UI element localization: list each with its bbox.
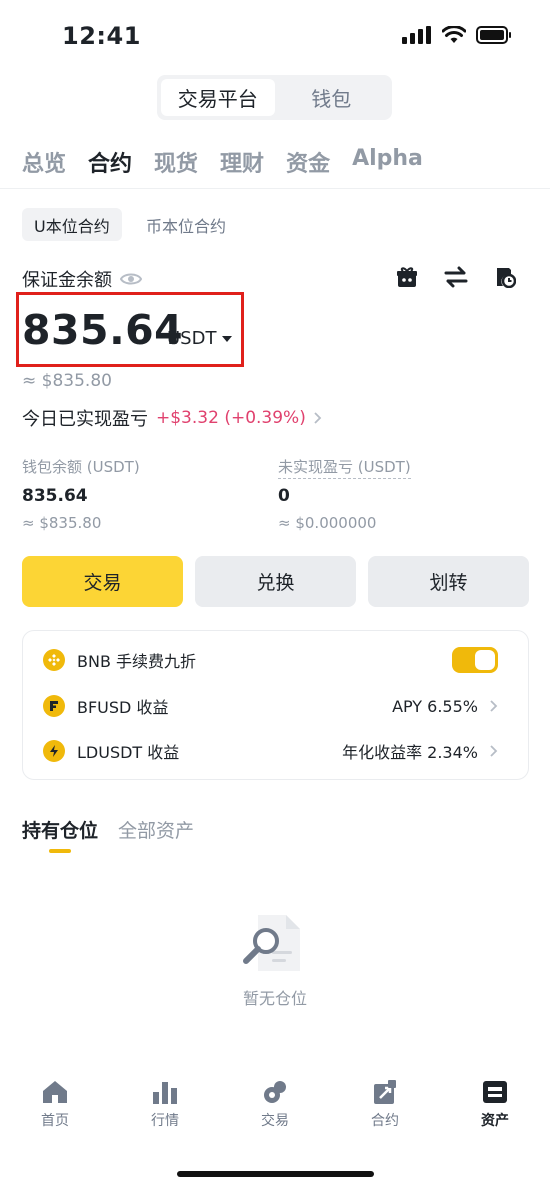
ldusdt-label: LDUSDT 收益 — [77, 743, 180, 762]
empty-search-icon — [243, 915, 300, 971]
convert-button[interactable]: 兑换 — [195, 556, 356, 607]
tab-overview[interactable]: 总览 — [22, 146, 66, 178]
transfer-arrows-icon[interactable] — [444, 266, 468, 288]
ldusdt-apr: 年化收益率 2.34% — [342, 743, 478, 762]
top-tabs: 总览 合约 现货 理财 资金 Alpha — [22, 146, 423, 178]
bar-chart-icon — [153, 1082, 177, 1104]
wifi-icon — [442, 26, 466, 43]
bottom-nav: 首页 行情 交易 合约 资产 — [0, 1080, 550, 1140]
tab-earn[interactable]: 理财 — [220, 146, 264, 178]
bnb-discount-toggle[interactable] — [452, 647, 498, 673]
tab-spot[interactable]: 现货 — [154, 146, 198, 178]
nav-markets-label: 行情 — [151, 1113, 179, 1129]
signal-icon — [402, 26, 431, 44]
nav-assets-label: 资产 — [481, 1113, 509, 1129]
empty-state-text: 暂无仓位 — [242, 989, 307, 1008]
status-time: 12:41 — [62, 22, 141, 50]
futures-icon — [374, 1080, 396, 1104]
nav-futures[interactable]: 合约 — [330, 1080, 440, 1140]
history-icon[interactable] — [494, 266, 516, 288]
bfusd-label: BFUSD 收益 — [77, 698, 169, 717]
nav-markets[interactable]: 行情 — [110, 1080, 220, 1140]
tab-alpha[interactable]: Alpha — [352, 146, 423, 178]
active-tab-indicator — [49, 849, 71, 853]
margin-balance-approx: ≈ $835.80 — [22, 371, 112, 391]
nav-home[interactable]: 首页 — [0, 1080, 110, 1140]
nav-trade[interactable]: 交易 — [220, 1080, 330, 1140]
platform-segment: 交易平台 钱包 — [157, 75, 392, 120]
margin-balance-value: 835.64 — [22, 306, 184, 354]
caret-down-icon — [222, 335, 233, 342]
bfusd-apy: APY 6.55% — [392, 696, 478, 716]
bnb-discount-label: BNB 手续费九折 — [77, 652, 197, 671]
nav-futures-label: 合约 — [371, 1113, 399, 1129]
subtab-usdm[interactable]: U本位合约 — [22, 208, 122, 241]
nav-home-label: 首页 — [41, 1113, 69, 1129]
segment-wallet[interactable]: 钱包 — [275, 79, 389, 116]
bfusd-row[interactable]: BFUSD 收益 APY 6.55% — [43, 693, 498, 719]
trade-button[interactable]: 交易 — [22, 556, 183, 607]
wallet-balance-approx: ≈ $835.80 — [22, 514, 102, 532]
home-indicator — [177, 1171, 374, 1177]
chevron-right-icon — [314, 412, 322, 424]
unrealized-pnl-label[interactable]: 未实现盈亏 (USDT) — [278, 456, 411, 479]
chevron-right-icon — [490, 745, 498, 757]
pnl-value: +$3.32 (+0.39%) — [156, 408, 306, 428]
tab-open-positions[interactable]: 持有仓位 — [22, 816, 98, 843]
unrealized-pnl-approx: ≈ $0.000000 — [278, 514, 377, 532]
bfusd-coin-icon — [43, 695, 65, 717]
bnb-discount-row: BNB 手续费九折 — [43, 647, 498, 673]
unrealized-pnl-value: 0 — [278, 486, 290, 506]
margin-balance-label: 保证金余额 — [22, 266, 142, 292]
bnb-coin-icon — [43, 649, 65, 671]
positions-tabs: 持有仓位 全部资产 — [22, 816, 194, 843]
wallet-balance-label: 钱包余额 (USDT) — [22, 458, 140, 476]
currency-selector[interactable]: USDT — [167, 328, 233, 349]
home-icon — [43, 1081, 67, 1103]
margin-label-text: 保证金余额 — [22, 270, 112, 291]
ldusdt-coin-icon — [43, 740, 65, 762]
today-pnl-row[interactable]: 今日已实现盈亏 +$3.32 (+0.39%) — [22, 405, 322, 431]
trade-icon — [264, 1081, 286, 1103]
battery-icon — [476, 26, 511, 44]
segment-trading-platform[interactable]: 交易平台 — [161, 79, 275, 116]
divider — [0, 188, 550, 189]
currency-label: USDT — [167, 328, 217, 349]
chevron-right-icon — [490, 700, 498, 712]
gift-icon[interactable] — [396, 266, 418, 288]
wallet-icon — [483, 1081, 507, 1103]
nav-trade-label: 交易 — [261, 1113, 289, 1129]
tab-all-assets[interactable]: 全部资产 — [118, 816, 194, 843]
status-icons — [402, 26, 512, 44]
wallet-balance-value: 835.64 — [22, 486, 88, 506]
pnl-label: 今日已实现盈亏 — [22, 409, 148, 430]
nav-assets[interactable]: 资产 — [440, 1080, 550, 1140]
eye-icon[interactable] — [120, 271, 142, 287]
benefits-card: BNB 手续费九折 BFUSD 收益 APY 6.55% LDUSDT 收益 年… — [22, 630, 529, 780]
header-actions — [396, 266, 516, 288]
tab-futures[interactable]: 合约 — [88, 146, 132, 178]
ldusdt-row[interactable]: LDUSDT 收益 年化收益率 2.34% — [43, 738, 498, 764]
tab-funding[interactable]: 资金 — [286, 146, 330, 178]
subtab-coinm[interactable]: 币本位合约 — [146, 208, 226, 241]
transfer-button[interactable]: 划转 — [368, 556, 529, 607]
